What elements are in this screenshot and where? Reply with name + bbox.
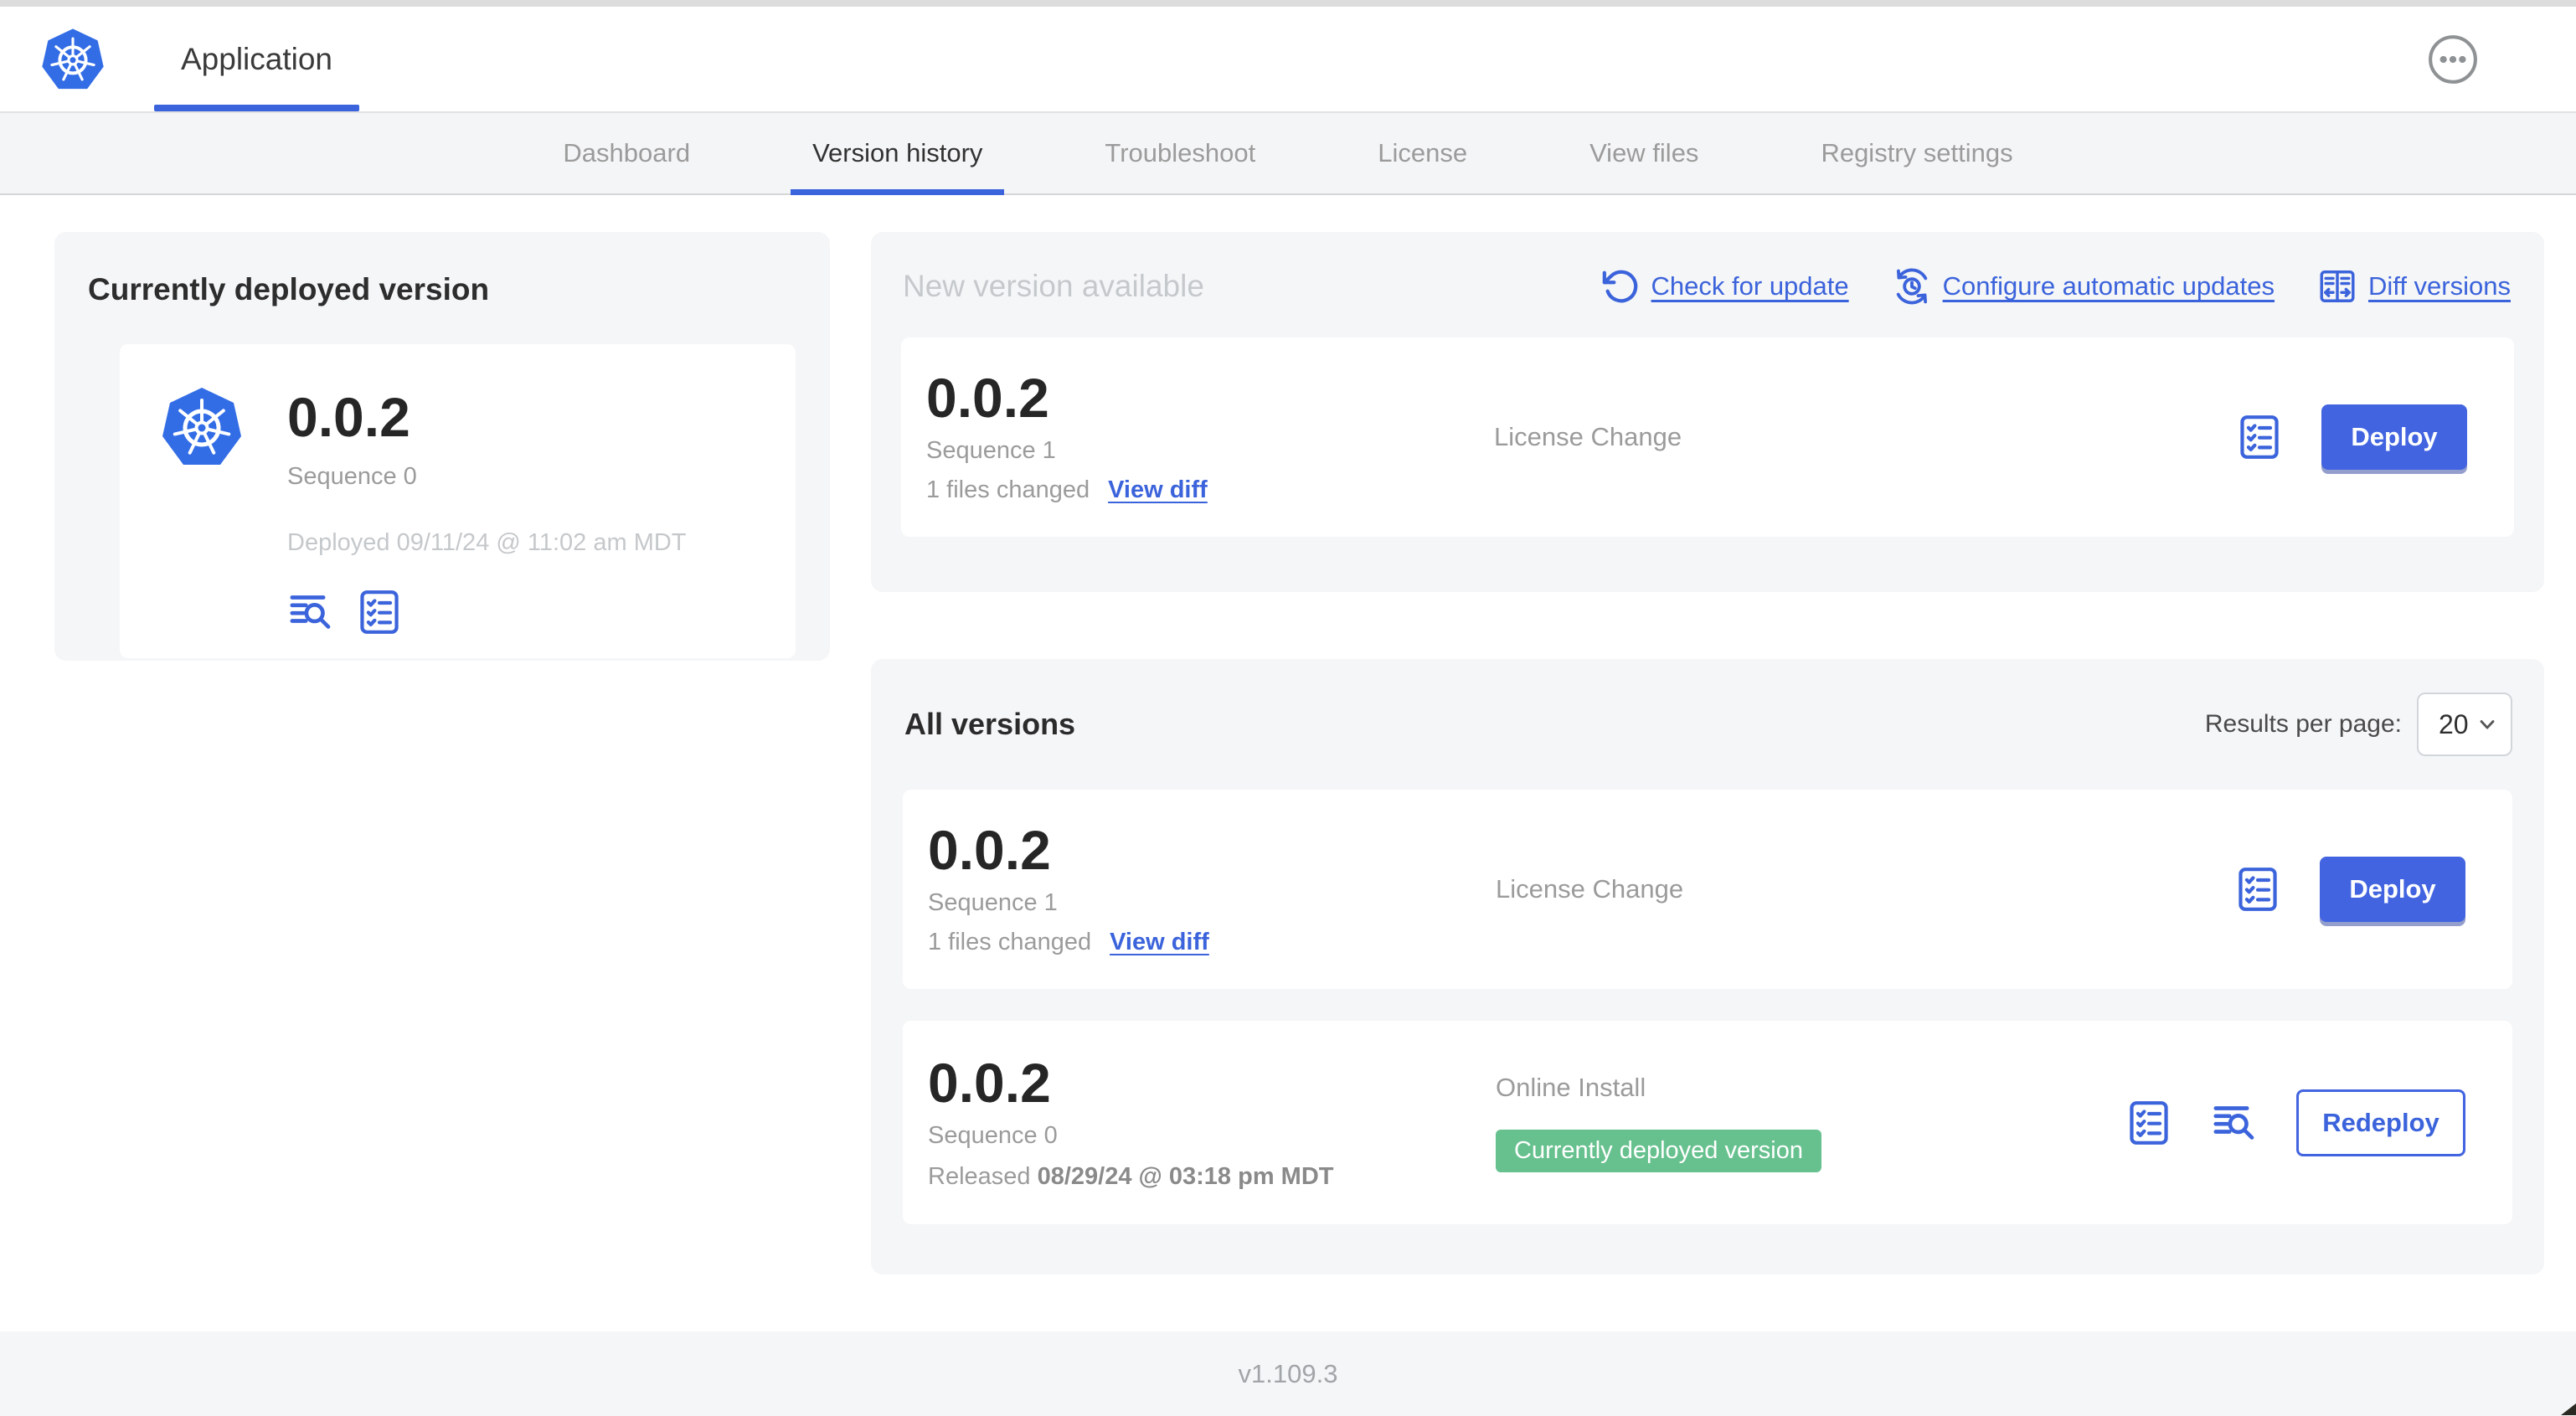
view-diff-link[interactable]: View diff (1108, 476, 1208, 504)
version-actions: Redeploy (2125, 1089, 2465, 1156)
preflight-checklist-icon (2125, 1099, 2172, 1146)
results-per-page-label: Results per page: (2204, 710, 2402, 738)
new-version-header: New version available Check for update C… (901, 267, 2514, 306)
new-version-card: 0.0.2 Sequence 1 1 files changed View di… (901, 337, 2514, 537)
current-version-info: 0.0.2 Sequence 0 Deployed 09/11/24 @ 11:… (287, 384, 687, 625)
app-tab-active-indicator (154, 105, 360, 111)
current-sequence: Sequence 0 (287, 463, 417, 490)
released-date: 08/29/24 @ 03:18 pm MDT (1037, 1162, 1334, 1190)
release-notes: License Change (1496, 874, 1684, 904)
configure-automatic-updates-link[interactable]: Configure automatic updates (1893, 267, 2275, 306)
overflow-menu-button[interactable] (2427, 33, 2479, 85)
refresh-icon (1601, 267, 1640, 306)
right-column: New version available Check for update C… (871, 232, 2544, 1274)
version-row-sequence-0: 0.0.2 Sequence 0 Released 08/29/24 @ 03:… (903, 1021, 2512, 1224)
release-notes: Online Install (1496, 1073, 1646, 1102)
main-content: Currently deployed version 0.0.2 Sequenc… (0, 195, 2576, 1274)
update-links: Check for update Configure automatic upd… (1601, 267, 2511, 306)
tab-troubleshoot[interactable]: Troubleshoot (1105, 113, 1255, 193)
check-for-update-label[interactable]: Check for update (1651, 271, 1849, 301)
all-versions-header: All versions Results per page: 20 (903, 693, 2512, 756)
tab-license[interactable]: License (1378, 113, 1467, 193)
redeploy-button[interactable]: Redeploy (2296, 1089, 2465, 1156)
version-block: 0.0.2 Sequence 1 1 files changed View di… (926, 370, 1494, 504)
tab-registry-settings[interactable]: Registry settings (1821, 113, 2012, 193)
new-version-panel: New version available Check for update C… (871, 232, 2544, 592)
tab-version-history[interactable]: Version history (791, 113, 1005, 195)
released-label: Released (928, 1162, 1038, 1190)
version-block: 0.0.2 Sequence 1 1 files changed View di… (928, 822, 1496, 956)
version-sequence: Sequence 0 (928, 1121, 1058, 1149)
version-block: 0.0.2 Sequence 0 Released 08/29/24 @ 03:… (928, 1055, 1496, 1191)
results-per-page-select-wrap: 20 (2417, 693, 2512, 756)
tab-view-files[interactable]: View files (1589, 113, 1698, 193)
diff-icon (2320, 270, 2355, 302)
files-changed-row: 1 files changed View diff (926, 476, 1494, 504)
deploy-button[interactable]: Deploy (2320, 857, 2465, 922)
preflight-checklist-icon (356, 589, 403, 636)
app-footer: v1.109.3 (0, 1331, 2576, 1416)
tab-dashboard[interactable]: Dashboard (563, 113, 690, 193)
version-sequence: Sequence 1 (928, 889, 1058, 916)
preflight-results-button[interactable] (2234, 866, 2281, 913)
preflight-results-button[interactable] (2236, 414, 2283, 461)
app-tab-label: Application (181, 41, 333, 76)
release-notes-zone: Online Install Currently deployed versio… (1496, 1073, 2125, 1172)
view-deploy-logs-button[interactable] (2211, 1099, 2258, 1146)
released-timestamp: Released 08/29/24 @ 03:18 pm MDT (928, 1163, 1496, 1191)
preflight-results-button[interactable] (2125, 1099, 2172, 1146)
version-sequence: Sequence 1 (926, 437, 1056, 464)
all-versions-panel: All versions Results per page: 20 0.0.2 … (871, 659, 2544, 1274)
deploy-button[interactable]: Deploy (2321, 404, 2467, 470)
files-changed-row: 1 files changed View diff (928, 929, 1496, 956)
version-actions: Deploy (2234, 857, 2465, 922)
all-versions-title: All versions (904, 707, 1076, 741)
results-per-page-select[interactable]: 20 (2417, 693, 2512, 756)
check-for-update-link[interactable]: Check for update (1601, 267, 1849, 306)
release-notes: License Change (1494, 422, 1682, 451)
view-diff-link[interactable]: View diff (1110, 929, 1209, 956)
view-deploy-logs-button[interactable] (287, 589, 334, 636)
currently-deployed-title: Currently deployed version (88, 272, 490, 306)
version-row-sequence-1: 0.0.2 Sequence 1 1 files changed View di… (903, 790, 2512, 989)
logs-icon (287, 589, 334, 636)
version-actions: Deploy (2236, 404, 2467, 470)
cursor-artifact (2561, 1403, 2576, 1415)
diff-versions-link[interactable]: Diff versions (2318, 267, 2511, 306)
kubernetes-logo-icon (40, 26, 106, 90)
version-number: 0.0.2 (928, 1051, 1051, 1114)
files-changed-label: 1 files changed (926, 476, 1090, 503)
results-per-page: Results per page: 20 (2205, 693, 2512, 756)
current-version-actions (287, 589, 687, 636)
diff-versions-label[interactable]: Diff versions (2368, 271, 2511, 301)
left-column: Currently deployed version 0.0.2 Sequenc… (54, 232, 830, 661)
currently-deployed-badge: Currently deployed version (1496, 1130, 1821, 1172)
version-number: 0.0.2 (928, 819, 1051, 881)
top-strip (0, 0, 2576, 7)
new-version-title: New version available (903, 269, 1204, 303)
console-version: v1.109.3 (1238, 1358, 1338, 1388)
page-tabs: Dashboard Version history Troubleshoot L… (0, 111, 2576, 195)
currently-deployed-panel: Currently deployed version 0.0.2 Sequenc… (54, 232, 830, 661)
app-header: Application (0, 7, 2576, 111)
configure-automatic-updates-label[interactable]: Configure automatic updates (1943, 271, 2275, 301)
files-changed-label: 1 files changed (928, 929, 1092, 955)
app-tab[interactable]: Application (154, 7, 360, 111)
currently-deployed-card: 0.0.2 Sequence 0 Deployed 09/11/24 @ 11:… (120, 344, 796, 658)
ellipsis-icon (2427, 33, 2479, 85)
version-number: 0.0.2 (926, 367, 1049, 429)
preflight-checklist-icon (2234, 866, 2281, 913)
current-deployed-timestamp: Deployed 09/11/24 @ 11:02 am MDT (287, 529, 687, 556)
preflight-checklist-icon (2236, 414, 2283, 461)
preflight-results-button[interactable] (356, 589, 403, 636)
logs-icon (2211, 1099, 2258, 1146)
current-version-number: 0.0.2 (287, 386, 410, 448)
app-icon (160, 384, 244, 470)
clock-refresh-icon (1896, 268, 1927, 305)
